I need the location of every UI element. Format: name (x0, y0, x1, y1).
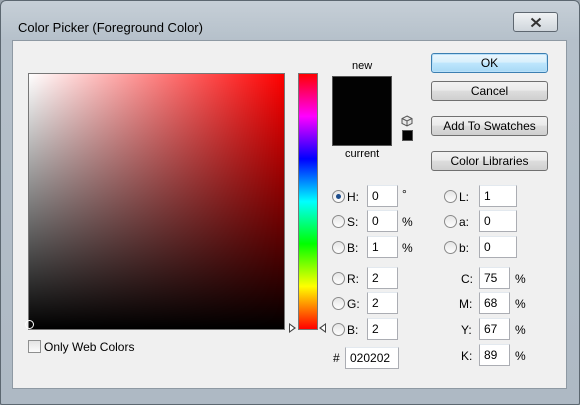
hue-label: H: (347, 190, 359, 204)
magenta-input[interactable]: 68 (479, 292, 510, 314)
b-channel-radio[interactable] (444, 241, 457, 254)
only-web-colors-checkbox[interactable] (28, 340, 41, 353)
black-label: K: (461, 349, 473, 363)
color-field-cursor[interactable] (25, 320, 34, 329)
hue-slider-left-arrow[interactable] (289, 323, 296, 333)
saturation-input[interactable]: 0 (367, 210, 398, 232)
magenta-unit: % (515, 297, 526, 311)
cyan-label: C: (461, 272, 473, 286)
new-color-swatch (332, 76, 392, 111)
color-libraries-button[interactable]: Color Libraries (431, 151, 548, 171)
lightness-input[interactable]: 1 (479, 185, 517, 207)
current-label: current (345, 148, 380, 160)
lightness-label: L: (459, 190, 470, 204)
color-field[interactable] (28, 73, 285, 330)
a-channel-label: a: (459, 215, 470, 229)
magenta-label: M: (459, 297, 473, 311)
a-channel-radio[interactable] (444, 215, 457, 228)
brightness-unit: % (402, 241, 413, 255)
brightness-input[interactable]: 1 (367, 236, 398, 258)
cube-icon[interactable] (401, 115, 413, 127)
current-color-swatch[interactable] (332, 111, 392, 146)
green-label: G: (347, 297, 360, 311)
b-channel-input[interactable]: 0 (479, 236, 517, 258)
b-channel-label: b: (459, 241, 470, 255)
red-radio[interactable] (332, 272, 345, 285)
hue-unit: ° (402, 187, 407, 201)
hue-slider-right-arrow[interactable] (319, 323, 326, 333)
lightness-radio[interactable] (444, 190, 457, 203)
black-input[interactable]: 89 (479, 344, 510, 366)
hue-input[interactable]: 0 (367, 185, 398, 207)
add-to-swatches-button[interactable]: Add To Swatches (431, 116, 548, 136)
yellow-label: Y: (461, 323, 472, 337)
close-icon (530, 17, 541, 27)
ok-button[interactable]: OK (431, 53, 548, 73)
new-label: new (352, 60, 373, 72)
hue-radio[interactable] (332, 190, 345, 203)
hex-label: # (333, 351, 340, 365)
blue-label: B: (347, 323, 359, 337)
brightness-label: B: (347, 241, 359, 255)
red-label: R: (347, 272, 359, 286)
cancel-button[interactable]: Cancel (431, 81, 548, 101)
saturation-unit: % (402, 215, 413, 229)
window-title: Color Picker (Foreground Color) (18, 20, 203, 35)
brightness-radio[interactable] (332, 241, 345, 254)
close-button[interactable] (513, 12, 558, 32)
red-input[interactable]: 2 (367, 267, 398, 289)
a-channel-input[interactable]: 0 (479, 210, 517, 232)
yellow-unit: % (515, 323, 526, 337)
yellow-input[interactable]: 67 (479, 318, 510, 340)
blue-input[interactable]: 2 (367, 318, 398, 340)
hex-input[interactable]: 020202 (345, 347, 399, 369)
title-bar[interactable]: Color Picker (Foreground Color) (1, 1, 579, 35)
cyan-unit: % (515, 272, 526, 286)
green-radio[interactable] (332, 297, 345, 310)
green-input[interactable]: 2 (367, 292, 398, 314)
only-web-colors-label: Only Web Colors (44, 340, 135, 354)
saturation-label: S: (347, 215, 359, 229)
black-unit: % (515, 349, 526, 363)
web-safe-swatch[interactable] (402, 130, 413, 141)
hue-slider[interactable] (298, 73, 318, 330)
blue-radio[interactable] (332, 323, 345, 336)
cyan-input[interactable]: 75 (479, 267, 510, 289)
saturation-radio[interactable] (332, 215, 345, 228)
